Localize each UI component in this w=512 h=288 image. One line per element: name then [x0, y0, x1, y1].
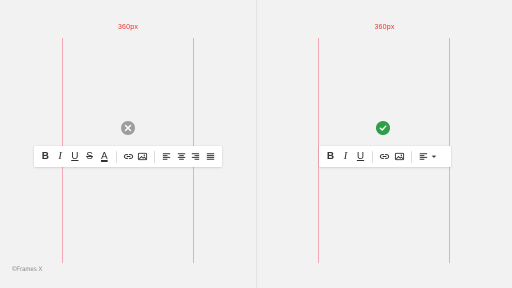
toolbar-divider: [372, 150, 373, 163]
good-example-panel: 360px B I U: [257, 0, 512, 288]
formatting-toolbar: B I U S A: [34, 146, 222, 167]
align-left-button[interactable]: [160, 150, 174, 164]
italic-button[interactable]: I: [339, 150, 353, 164]
insert-link-button[interactable]: [121, 150, 135, 164]
copyright-text: ©Frames X: [12, 267, 43, 273]
bad-example-panel: 360px B I U S A: [0, 0, 256, 288]
insert-image-button[interactable]: [393, 150, 407, 164]
close-icon: [124, 124, 132, 132]
toolbar-divider: [411, 150, 412, 163]
bold-button[interactable]: B: [324, 150, 338, 164]
correct-status-icon: [376, 121, 390, 135]
align-right-icon: [192, 153, 200, 160]
insert-image-button[interactable]: [136, 150, 150, 164]
italic-button[interactable]: I: [53, 150, 67, 164]
insert-link-button[interactable]: [378, 150, 392, 164]
link-icon: [379, 154, 390, 159]
alignment-dropdown[interactable]: [417, 150, 439, 164]
chevron-down-icon: [431, 155, 436, 158]
width-label: 360px: [117, 24, 139, 31]
align-center-icon: [177, 153, 185, 160]
underline-button[interactable]: U: [354, 150, 368, 164]
align-justify-button[interactable]: [204, 150, 218, 164]
align-left-icon: [419, 153, 436, 160]
toolbar-divider: [154, 150, 156, 163]
strikethrough-button[interactable]: S: [83, 150, 97, 164]
image-icon: [394, 152, 405, 161]
text-color-button[interactable]: A: [97, 150, 111, 164]
align-justify-icon: [207, 153, 215, 160]
underline-button[interactable]: U: [68, 150, 82, 164]
align-right-button[interactable]: [189, 150, 203, 164]
width-label: 360px: [374, 24, 395, 31]
link-icon: [123, 154, 133, 159]
image-icon: [138, 152, 148, 161]
bold-button[interactable]: B: [39, 150, 53, 164]
toolbar-divider: [115, 150, 117, 163]
align-left-icon: [162, 153, 171, 160]
check-icon: [379, 125, 387, 131]
incorrect-status-icon: [121, 121, 135, 135]
formatting-toolbar: B I U: [319, 146, 451, 167]
align-center-button[interactable]: [174, 150, 188, 164]
